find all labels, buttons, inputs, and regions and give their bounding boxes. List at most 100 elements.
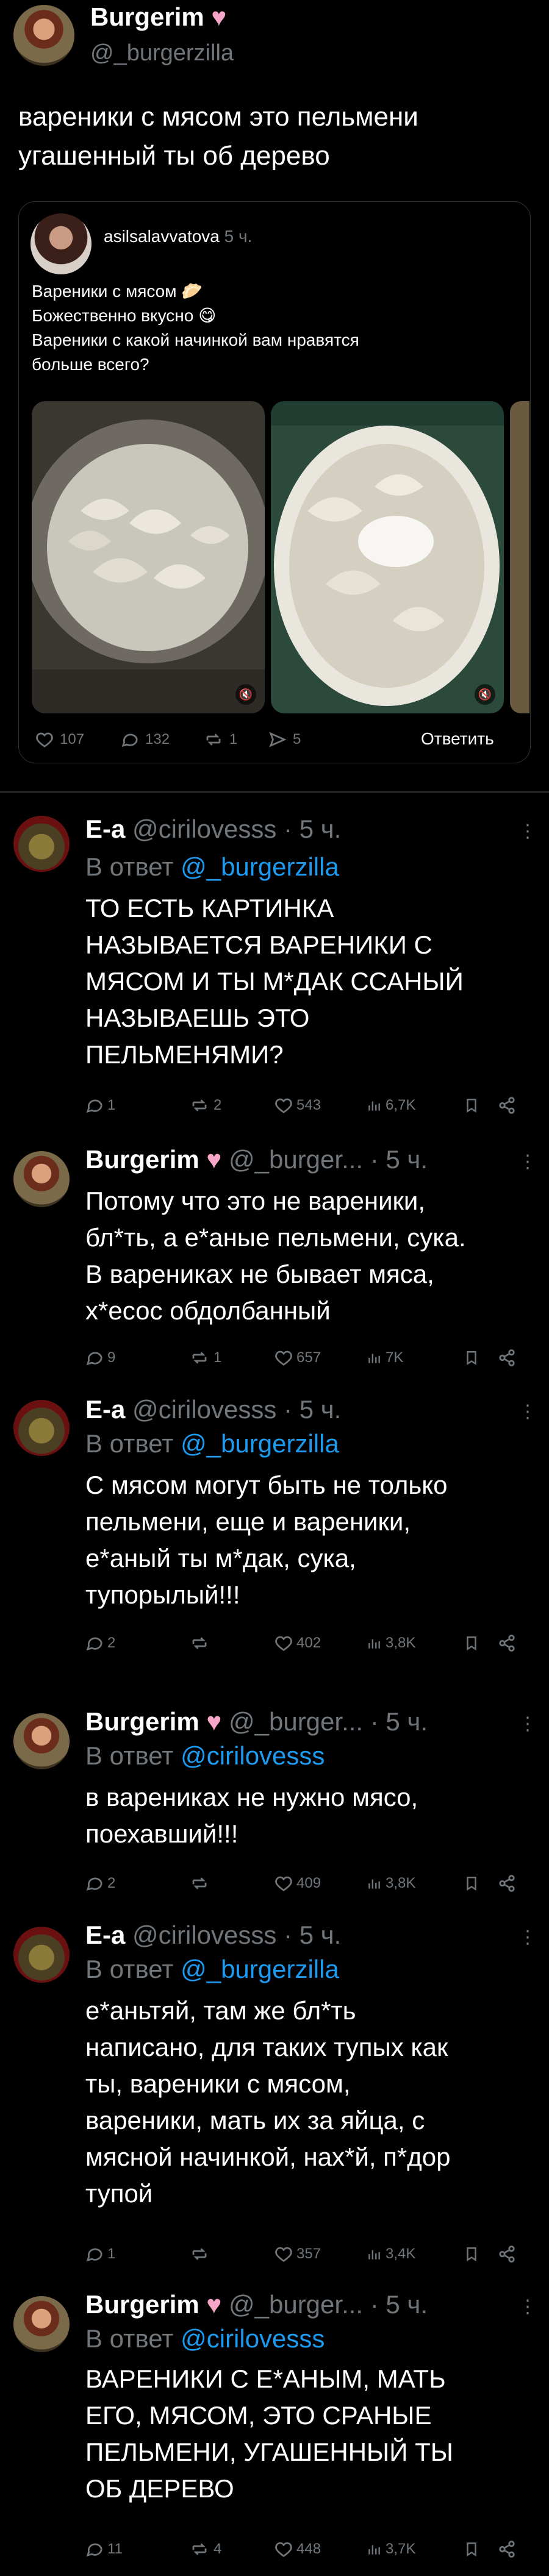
handle[interactable]: @_burgerzilla bbox=[90, 40, 234, 66]
reply-action-bar: 1 357 3,4K bbox=[85, 2245, 525, 2269]
more-options-icon[interactable]: ⋮ bbox=[518, 2296, 537, 2317]
like-button[interactable]: 357 bbox=[274, 2245, 321, 2263]
views-button[interactable]: 6,7K bbox=[366, 1096, 415, 1115]
quoted-comments[interactable]: 107 bbox=[34, 730, 84, 749]
display-name[interactable]: E-a bbox=[85, 1395, 125, 1424]
like-button[interactable]: 543 bbox=[274, 1096, 321, 1115]
views-chart-icon bbox=[368, 1354, 380, 1363]
like-button[interactable]: 402 bbox=[274, 1634, 321, 1652]
mute-icon[interactable]: 🔇 bbox=[475, 684, 495, 705]
reply-text-line: х*есос обдолбанный bbox=[85, 1296, 331, 1325]
handle[interactable]: @cirilovesss bbox=[132, 815, 276, 843]
more-options-icon[interactable]: ⋮ bbox=[518, 1401, 537, 1422]
reply-text: ТО ЕСТЬ КАРТИНКА НАЗЫВАЕТСЯ ВАРЕНИКИ С М… bbox=[85, 890, 464, 1073]
display-name[interactable]: Burgerim bbox=[85, 1145, 199, 1174]
avatar[interactable] bbox=[13, 1927, 70, 1983]
handle[interactable]: @cirilovesss bbox=[132, 1395, 276, 1424]
reply-text-line: ЕГО, МЯСОМ, ЭТО СРАНЫЕ bbox=[85, 2401, 432, 2430]
more-options-icon[interactable]: ⋮ bbox=[518, 821, 537, 842]
mute-icon[interactable]: 🔇 bbox=[235, 684, 256, 705]
handle[interactable]: @_burger... bbox=[229, 1707, 363, 1736]
share-button[interactable] bbox=[498, 1634, 516, 1652]
reply-button[interactable]: 1 bbox=[85, 2245, 115, 2263]
like-count: 357 bbox=[296, 2246, 321, 2262]
views-button[interactable]: 3,8K bbox=[366, 1634, 415, 1652]
reply-button[interactable]: 9 bbox=[85, 1349, 115, 1367]
next-photo-peek[interactable] bbox=[510, 401, 529, 713]
comment-bubble-icon bbox=[86, 1352, 102, 1366]
views-chart-icon bbox=[368, 1101, 380, 1111]
views-button[interactable]: 3,4K bbox=[366, 2245, 415, 2263]
views-chart-icon bbox=[368, 2545, 380, 2555]
repost-button[interactable] bbox=[189, 1874, 210, 1893]
bookmark-button[interactable] bbox=[464, 2540, 479, 2558]
avatar[interactable] bbox=[13, 1713, 70, 1769]
reply-to-handle[interactable]: @cirilovesss bbox=[181, 2324, 325, 2353]
reply-button[interactable]: 2 bbox=[85, 1634, 115, 1652]
reply-text-line: НАЗЫВАЕТСЯ ВАРЕНИКИ С bbox=[85, 930, 432, 959]
views-button[interactable]: 3,7K bbox=[366, 2540, 415, 2558]
reply-text: Потому что это не вареники, бл*ть, а е*а… bbox=[85, 1183, 466, 1329]
reply-to-handle[interactable]: @_burgerzilla bbox=[181, 1955, 339, 1983]
bookmark-icon bbox=[467, 2542, 476, 2556]
repost-icon bbox=[192, 2248, 207, 2260]
heart-icon bbox=[275, 1636, 292, 1651]
more-options-icon[interactable]: ⋮ bbox=[518, 1927, 537, 1948]
like-button[interactable]: 657 bbox=[274, 1349, 321, 1367]
reply-prefix: В ответ bbox=[85, 1741, 174, 1770]
avatar[interactable] bbox=[13, 816, 70, 872]
avatar[interactable] bbox=[13, 2296, 70, 2352]
bookmark-button[interactable] bbox=[464, 1096, 479, 1115]
display-name[interactable]: E-a bbox=[85, 1921, 125, 1949]
share-button[interactable] bbox=[498, 1874, 516, 1893]
reply-to-line: В ответ @cirilovesss bbox=[85, 1741, 325, 1771]
bookmark-button[interactable] bbox=[464, 2245, 479, 2263]
display-name[interactable]: Burgerim bbox=[85, 1707, 199, 1736]
handle[interactable]: @cirilovesss bbox=[132, 1921, 276, 1949]
bookmark-button[interactable] bbox=[464, 1874, 479, 1893]
reply-button[interactable]: 1 bbox=[85, 1096, 115, 1115]
timestamp: · 5 ч. bbox=[284, 815, 342, 843]
handle[interactable]: @_burger... bbox=[229, 2290, 363, 2319]
dumpling-photo-1[interactable]: 🔇 bbox=[32, 401, 265, 713]
quoted-reposts[interactable]: 1 bbox=[201, 730, 237, 749]
more-options-icon[interactable]: ⋮ bbox=[518, 1151, 537, 1172]
repost-button[interactable]: 2 bbox=[189, 1096, 221, 1115]
reply-button[interactable]: Ответить bbox=[421, 729, 494, 749]
reply-to-handle[interactable]: @_burgerzilla bbox=[181, 852, 339, 881]
more-options-icon[interactable]: ⋮ bbox=[518, 1713, 537, 1735]
reply-header: Burgerim ♥ @_burger... · 5 ч. bbox=[85, 1145, 428, 1174]
quoted-replies[interactable]: 132 bbox=[120, 730, 170, 749]
quoted-avatar[interactable] bbox=[30, 213, 92, 274]
bookmark-button[interactable] bbox=[464, 1634, 479, 1652]
repost-button[interactable]: 1 bbox=[189, 1349, 221, 1367]
views-button[interactable]: 3,8K bbox=[366, 1874, 415, 1893]
avatar[interactable] bbox=[13, 5, 74, 66]
display-name[interactable]: E-a bbox=[85, 815, 125, 843]
repost-button[interactable] bbox=[189, 1634, 210, 1652]
dumpling-photo-2-image bbox=[271, 401, 504, 706]
quoted-username[interactable]: asilsalavvatova bbox=[104, 227, 220, 246]
dumpling-photo-2[interactable]: 🔇 bbox=[271, 401, 504, 713]
avatar[interactable] bbox=[13, 1151, 70, 1207]
quoted-shares[interactable]: 5 bbox=[267, 730, 301, 749]
display-name-row[interactable]: Burgerim ♥ bbox=[90, 2, 226, 32]
avatar[interactable] bbox=[13, 1400, 70, 1456]
reply-text-line: вареники, мать их за яйца, с bbox=[85, 2106, 425, 2135]
share-button[interactable] bbox=[498, 1349, 516, 1367]
reply-to-handle[interactable]: @_burgerzilla bbox=[181, 1429, 339, 1458]
share-button[interactable] bbox=[498, 2540, 516, 2558]
handle[interactable]: @_burger... bbox=[229, 1145, 363, 1174]
like-button[interactable]: 409 bbox=[274, 1874, 321, 1893]
reply-button[interactable]: 11 bbox=[85, 2540, 123, 2558]
bookmark-button[interactable] bbox=[464, 1349, 479, 1367]
display-name[interactable]: Burgerim bbox=[85, 2290, 199, 2319]
like-button[interactable]: 448 bbox=[274, 2540, 321, 2558]
share-button[interactable] bbox=[498, 2245, 516, 2263]
repost-button[interactable]: 4 bbox=[189, 2540, 221, 2558]
reply-to-handle[interactable]: @cirilovesss bbox=[181, 1741, 325, 1770]
reply-button[interactable]: 2 bbox=[85, 1874, 115, 1893]
views-button[interactable]: 7K bbox=[366, 1349, 403, 1367]
repost-button[interactable] bbox=[189, 2245, 210, 2263]
share-button[interactable] bbox=[498, 1096, 516, 1115]
